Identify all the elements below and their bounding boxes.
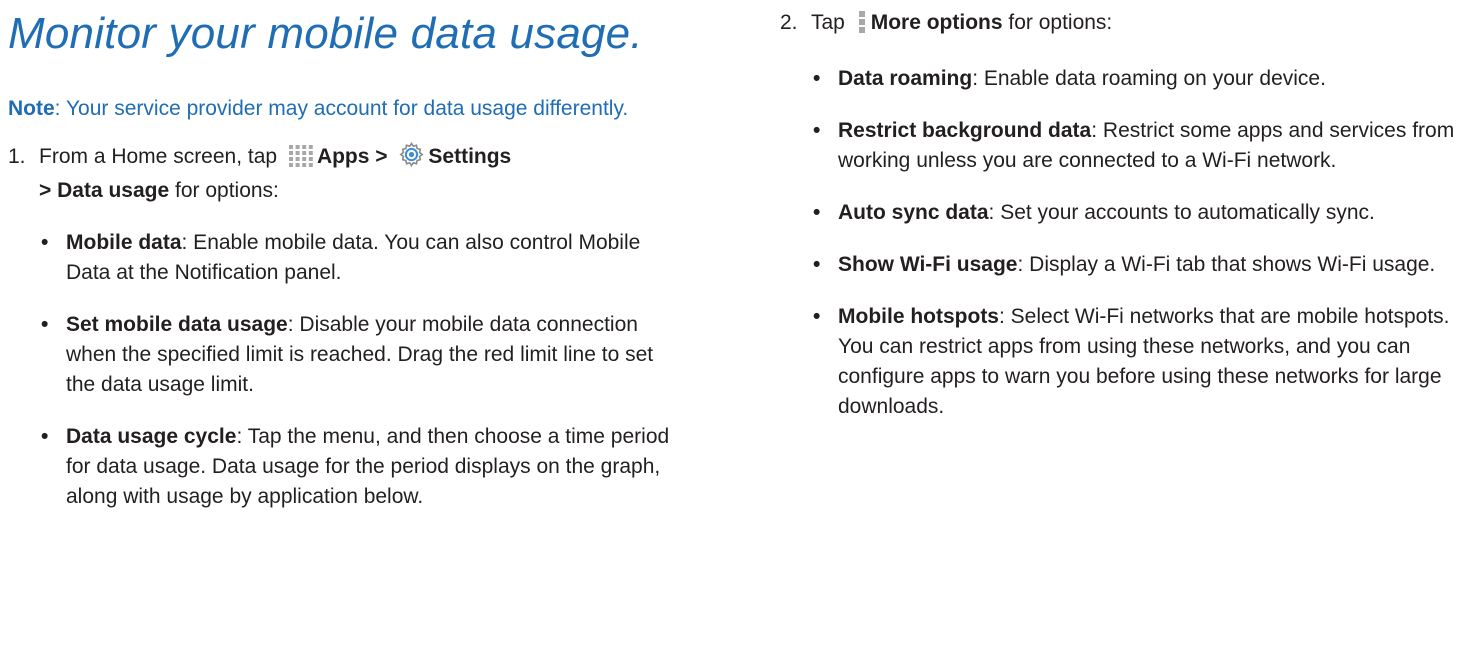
more-options-label: More options bbox=[870, 11, 1003, 34]
option-term: Data usage cycle bbox=[66, 425, 237, 448]
step-1-prefix: From a Home screen, tap bbox=[39, 145, 278, 168]
data-usage-label: Data usage bbox=[57, 179, 170, 202]
note-text: : Your service provider may account for … bbox=[54, 97, 629, 120]
right-column: 2. Tap More options for options: • Data r… bbox=[780, 0, 1460, 422]
list-item: • Set mobile data usage: Disable your mob… bbox=[41, 313, 654, 396]
list-item: • Auto sync data: Set your accounts to au… bbox=[813, 201, 1375, 224]
option-term: Auto sync data bbox=[838, 201, 989, 224]
option-description: : Enable data roaming on your device. bbox=[972, 67, 1326, 90]
option-term: Mobile hotspots bbox=[838, 305, 999, 328]
step-2-number: 2. bbox=[780, 11, 798, 34]
step-1-separator-1: > bbox=[375, 145, 388, 168]
note: Note: Your service provider may account … bbox=[8, 94, 688, 124]
option-description: : Set your accounts to automatically syn… bbox=[988, 201, 1375, 224]
page-title: Monitor your mobile data usage. bbox=[8, 9, 643, 58]
option-term: Restrict background data bbox=[838, 119, 1092, 142]
note-label: Note bbox=[8, 97, 55, 120]
option-term: Mobile data bbox=[66, 231, 182, 254]
settings-label: Settings bbox=[428, 145, 512, 168]
list-item: • Data usage cycle: Tap the menu, and the… bbox=[41, 425, 670, 508]
step-1-separator-2: > bbox=[39, 179, 52, 202]
apps-label: Apps bbox=[316, 145, 370, 168]
step-2-instruction: 2. Tap More options for options: bbox=[780, 8, 1460, 42]
option-term: Data roaming bbox=[838, 67, 973, 90]
settings-gear-icon bbox=[399, 142, 424, 176]
step-2-options-list: • Data roaming: Enable data roaming on yo… bbox=[780, 64, 1460, 422]
left-column: Monitor your mobile data usage. Note: Yo… bbox=[8, 0, 688, 512]
option-description: : Display a Wi-Fi tab that shows Wi-Fi u… bbox=[1017, 253, 1436, 276]
step-1-number: 1. bbox=[8, 145, 26, 168]
step-2-suffix: for options: bbox=[1008, 11, 1113, 34]
option-term: Show Wi-Fi usage bbox=[838, 253, 1018, 276]
list-item: • Mobile hotspots: Select Wi-Fi networks … bbox=[813, 305, 1450, 418]
step-1-options-list: • Mobile data: Enable mobile data. You ca… bbox=[8, 228, 688, 512]
list-item: • Mobile data: Enable mobile data. You ca… bbox=[41, 231, 641, 284]
list-item: • Data roaming: Enable data roaming on yo… bbox=[813, 67, 1326, 90]
step-1: 1. From a Home screen, tap Apps > Settin… bbox=[8, 142, 688, 512]
step-1-suffix: for options: bbox=[175, 179, 279, 202]
apps-grid-icon bbox=[288, 145, 313, 176]
step-2: 2. Tap More options for options: • Data r… bbox=[780, 8, 1460, 422]
step-1-instruction: 1. From a Home screen, tap Apps > Settin… bbox=[8, 142, 688, 206]
option-term: Set mobile data usage bbox=[66, 313, 288, 336]
more-options-icon bbox=[858, 11, 865, 42]
list-item: • Restrict background data: Restrict some… bbox=[813, 119, 1455, 172]
list-item: • Show Wi-Fi usage: Display a Wi-Fi tab t… bbox=[813, 253, 1436, 276]
step-2-prefix: Tap bbox=[811, 11, 845, 34]
